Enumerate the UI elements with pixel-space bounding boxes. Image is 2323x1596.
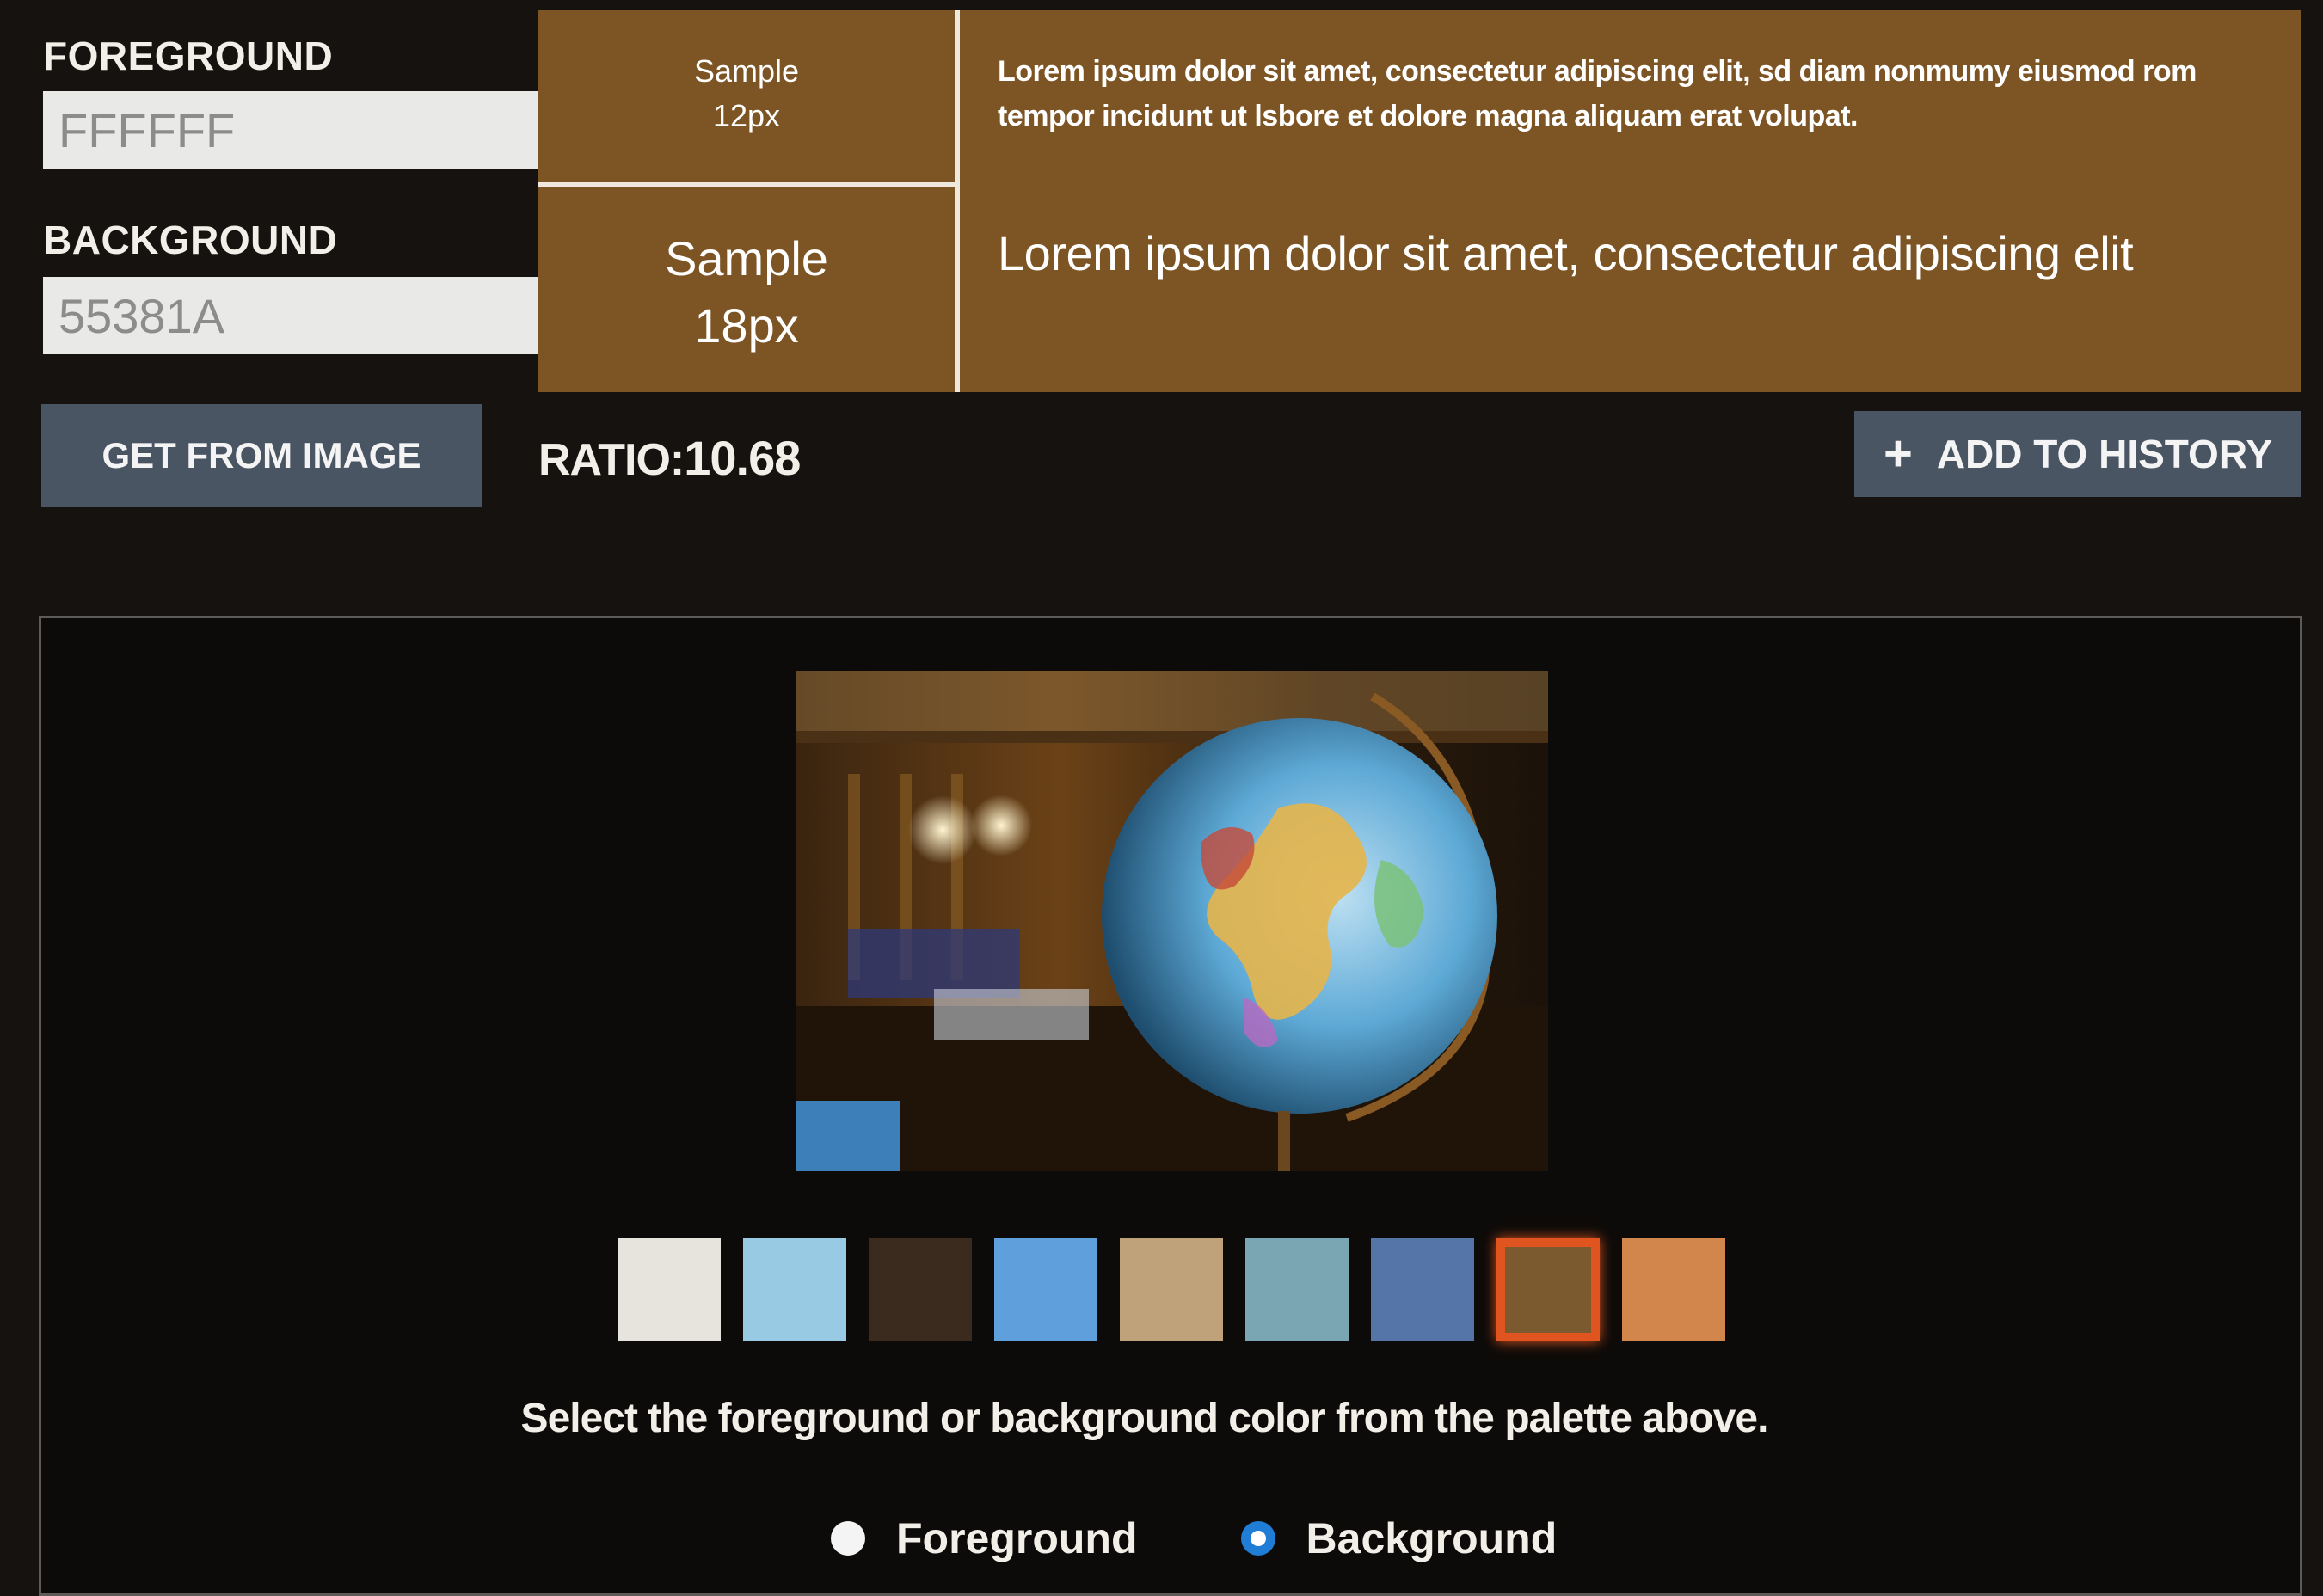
background-radio-option[interactable]: Background <box>1240 1513 1558 1563</box>
ratio-label: RATIO: <box>538 435 685 485</box>
preview-divider-vertical <box>955 10 960 392</box>
contrast-ratio: RATIO:10.68 <box>538 430 801 486</box>
sample-preview-panel: Sample 12px Sample 18px Lorem ipsum dolo… <box>538 10 2301 392</box>
add-to-history-label: ADD TO HISTORY <box>1936 432 2273 476</box>
color-palette <box>618 1238 1725 1341</box>
sample-18px-line1: Sample <box>665 231 828 285</box>
foreground-field-row <box>43 91 693 169</box>
palette-swatch[interactable] <box>1245 1238 1349 1341</box>
sample-12px-line1: Sample <box>693 53 800 89</box>
sample-18px-text: Lorem ipsum dolor sit amet, consectetur … <box>998 226 2134 280</box>
palette-swatch[interactable] <box>994 1238 1097 1341</box>
palette-swatch-selected[interactable] <box>1496 1238 1600 1341</box>
palette-instruction: Select the foreground or background colo… <box>520 1396 1769 1441</box>
background-field-row <box>43 277 693 354</box>
foreground-radio-label: Foreground <box>896 1514 1138 1562</box>
sample-12px-label: Sample 12px <box>538 49 955 138</box>
palette-swatch[interactable] <box>618 1238 721 1341</box>
foreground-radio-button[interactable] <box>831 1521 865 1556</box>
add-to-history-button[interactable]: + ADD TO HISTORY <box>1854 411 2301 497</box>
palette-swatch[interactable] <box>1622 1238 1725 1341</box>
sample-18px-label: Sample 18px <box>538 225 955 359</box>
background-radio-button[interactable] <box>1240 1521 1275 1556</box>
foreground-radio-option[interactable]: Foreground <box>831 1513 1138 1563</box>
plus-icon: + <box>1883 426 1913 482</box>
color-target-radio-group: Foreground Background <box>831 1513 1625 1563</box>
preview-divider-horizontal <box>538 182 955 187</box>
get-from-image-button[interactable]: GET FROM IMAGE <box>41 404 482 507</box>
palette-swatch[interactable] <box>1120 1238 1223 1341</box>
ratio-value: 10.68 <box>684 431 801 485</box>
foreground-label: FOREGROUND <box>43 34 334 78</box>
background-radio-label: Background <box>1306 1514 1558 1562</box>
sample-18px-line2: 18px <box>694 298 799 353</box>
sample-12px-line2: 12px <box>712 98 781 133</box>
globe-photo <box>796 671 1548 1171</box>
palette-swatch[interactable] <box>1371 1238 1474 1341</box>
palette-swatch[interactable] <box>869 1238 972 1341</box>
background-label: BACKGROUND <box>43 218 338 262</box>
palette-swatch[interactable] <box>743 1238 846 1341</box>
sample-12px-text: Lorem ipsum dolor sit amet, consectetur … <box>998 55 2197 132</box>
